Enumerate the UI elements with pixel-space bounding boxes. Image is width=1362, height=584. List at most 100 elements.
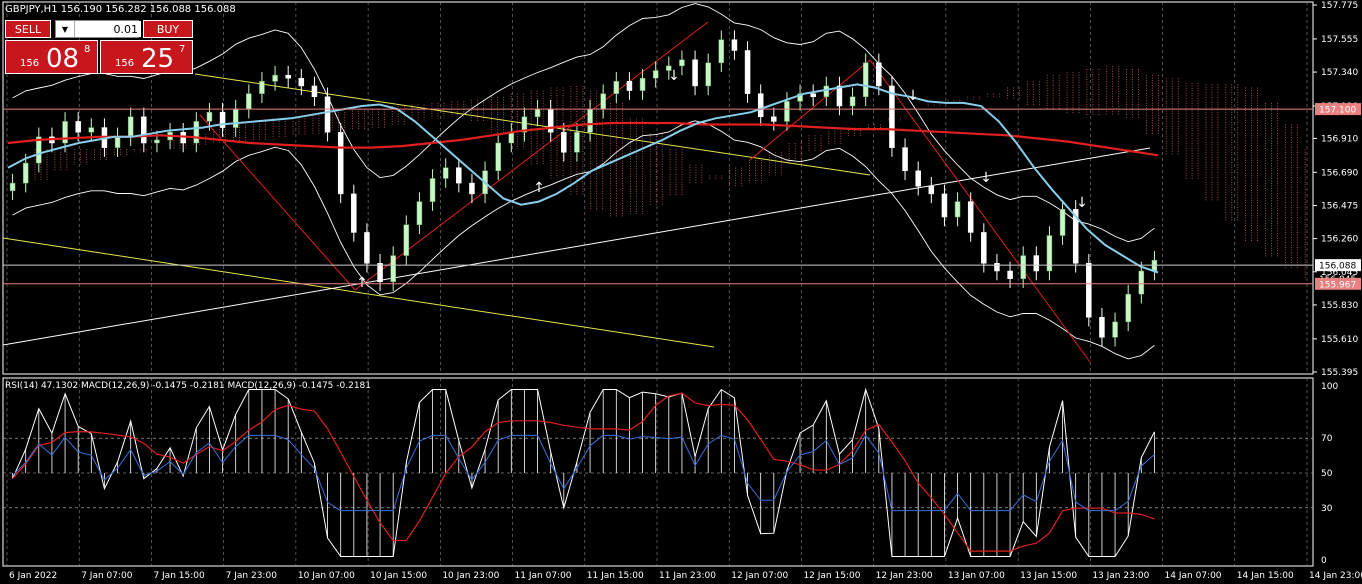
time-tick-label: 7 Jan 07:00 [81,571,133,581]
chart-symbol-title: GBPJPY,H1 156.190 156.282 156.088 156.08… [5,4,236,15]
bear-candle [836,85,843,107]
bear-candle [757,93,764,118]
bull-candle [495,142,501,172]
bull-candle [1125,293,1131,323]
bull-candle [784,101,790,122]
bull-candle [390,255,396,283]
lot-size-input[interactable] [75,21,141,37]
bull-candle [416,201,423,225]
bull-candle [600,93,606,110]
bear-candle [889,85,895,148]
time-tick-label: 12 Jan 23:00 [876,571,933,581]
price-tick-label: 156.910 [1321,134,1358,144]
sell-price-point: 8 [84,44,91,55]
bull-candle [508,131,515,144]
bear-candle [1007,270,1013,279]
time-tick-label: 12 Jan 07:00 [731,571,788,581]
bull-candle [639,77,646,91]
bear-candle [1086,263,1092,318]
bull-candle [9,182,16,192]
bear-candle [941,193,948,218]
price-tick-label: 157.775 [1321,1,1358,11]
price-tick-label: 157.340 [1321,68,1358,78]
price-tag-label: 157.100 [1319,106,1356,116]
bull-candle [862,62,869,97]
buy-price-point: 7 [179,44,186,55]
bear-candle [469,182,475,195]
bear-candle [337,131,344,195]
bear-candle [311,85,318,97]
bull-candle [246,93,252,110]
bear-candle [351,193,357,233]
bear-candle [377,263,383,283]
sell-price-button[interactable]: 156 08 8 [5,40,98,74]
time-tick-label: 14 Jan 15:00 [1237,571,1294,581]
bull-candle [1020,255,1026,279]
bull-candle [232,108,239,128]
bull-candle [849,96,856,107]
bear-candle [771,116,777,122]
lot-dropdown-icon[interactable]: ▼ [56,21,75,37]
bull-candle [429,178,436,202]
bull-candle [954,201,961,218]
price-tag-label: 156.088 [1319,262,1356,272]
bull-candle [718,39,725,64]
bull-candle [534,108,541,118]
time-tick-label: 11 Jan 15:00 [587,571,644,581]
bear-candle [967,201,974,233]
bear-candle [561,131,567,153]
bull-candle [193,121,200,144]
time-tick-label: 11 Jan 07:00 [515,571,572,581]
bear-candle [364,232,370,264]
time-tick-label: 6 Jan 2022 [9,571,57,581]
price-tick-label: 156.690 [1321,168,1358,178]
fractal-down-arrow-icon: ↓ [980,170,992,186]
sell-button[interactable]: SELL [5,20,51,38]
horizontal-price-lines[interactable] [3,108,1313,285]
time-tick-label: 7 Jan 23:00 [226,571,278,581]
bull-candle [22,162,29,184]
price-axis[interactable]: 157.775157.555157.340157.120156.910156.6… [1313,1,1361,378]
buy-price-button[interactable]: 156 25 7 [100,40,193,74]
bull-candle [442,167,449,179]
rsi-tick-label: 30 [1321,504,1333,514]
bear-candle [626,81,633,91]
chart-canvas[interactable]: ↓↓↓↓↑↑ 157.775157.555157.340157.120156.9… [0,0,1362,584]
price-tick-label: 155.830 [1321,301,1358,311]
bull-candle [679,59,685,67]
lot-size-control: ▼ [55,20,141,38]
bear-candle [744,50,751,94]
bull-candle [613,81,620,94]
bull-candle [62,121,68,144]
bull-candle [88,127,95,133]
bear-candle [994,263,1000,272]
bear-candle [902,147,908,172]
bull-candle [154,139,160,144]
bear-candle [928,185,935,195]
candlesticks [9,30,1158,347]
bull-candle [259,81,265,94]
rsi-tick-label: 50 [1321,469,1333,479]
price-tick-label: 155.395 [1321,368,1358,378]
time-tick-label: 11 Jan 23:00 [659,571,716,581]
bull-candle [705,62,711,87]
time-tick-label: 10 Jan 07:00 [298,571,355,581]
time-tick-label: 13 Jan 15:00 [1020,571,1077,581]
one-click-trading-panel: SELL ▼ BUY 156 08 8 156 25 7 [5,20,193,76]
buy-button[interactable]: BUY [143,20,193,38]
time-tick-label: 13 Jan 07:00 [948,571,1005,581]
bull-candle [1059,209,1066,236]
bear-candle [1099,317,1105,338]
price-tick-label: 156.475 [1321,201,1358,211]
trendline [2,237,715,348]
time-tick-label: 10 Jan 15:00 [370,571,427,581]
bull-candle [114,136,121,148]
bull-candle [1138,270,1145,295]
rsi-tick-label: 100 [1321,382,1338,392]
indicator-window: 100 70 50 30 0 [3,382,1338,566]
bear-candle [810,93,816,98]
bear-candle [692,59,698,87]
time-axis[interactable]: 6 Jan 2022 7 Jan 07:00 7 Jan 15:00 7 Jan 23… [9,571,1362,581]
fractal-down-arrow-icon: ↓ [668,68,680,84]
bull-candle [403,224,410,256]
